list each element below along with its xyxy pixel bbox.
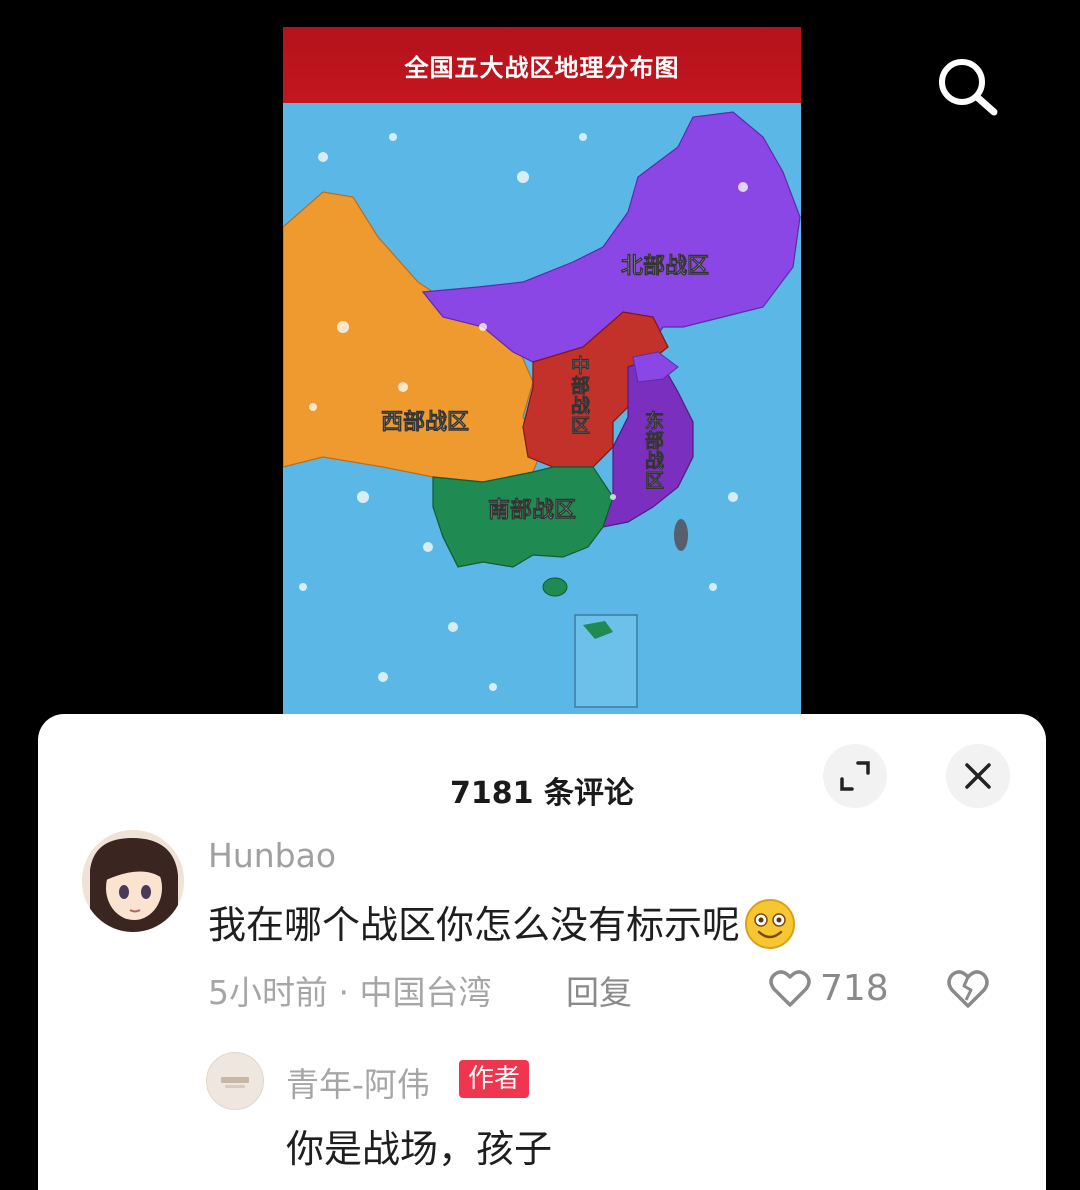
reply-avatar[interactable]: [206, 1052, 264, 1110]
map-title: 全国五大战区地理分布图: [404, 53, 680, 82]
close-icon: [965, 763, 991, 789]
comment-body: 我在哪个战区你怎么没有标示呢: [208, 903, 741, 947]
comments-panel: 7181 条评论 Hunbao 我在哪个战区你怎么没有标示呢 5小时前 · 中国…: [38, 714, 1046, 1190]
video-player[interactable]: 北部战区 西部战区 南部战区 中部战区 东部战区 全国五大战区地理分布图: [283, 27, 801, 727]
expand-button[interactable]: [823, 744, 887, 808]
anime-girl-avatar: [82, 830, 184, 932]
comment-location: 中国台湾: [359, 973, 492, 1012]
close-button[interactable]: [946, 744, 1010, 808]
dislike-button[interactable]: [946, 966, 990, 1014]
label-east: 东部战区: [645, 409, 664, 492]
search-button[interactable]: [930, 54, 1002, 118]
comments-count-title: 7181 条评论: [450, 776, 634, 811]
comment-time: 5小时前: [208, 973, 328, 1012]
label-west: 西部战区: [381, 409, 469, 435]
china-theater-map: 北部战区 西部战区 南部战区 中部战区 东部战区: [283, 27, 801, 727]
like-count: 718: [820, 967, 889, 1009]
smiling-face-emoji: [745, 898, 796, 949]
label-north: 北部战区: [621, 253, 709, 279]
like-button[interactable]: 718: [768, 964, 889, 1012]
comment-meta: 5小时前 · 中国台湾: [208, 966, 492, 1014]
author-logo-avatar: [221, 1077, 249, 1088]
comment-username[interactable]: Hunbao: [208, 836, 336, 875]
avatar[interactable]: [82, 830, 184, 932]
meta-separator: ·: [338, 973, 350, 1012]
broken-heart-icon: [947, 970, 989, 1008]
heart-icon: [769, 970, 811, 1007]
label-south: 南部战区: [488, 497, 576, 523]
reply-username[interactable]: 青年-阿伟: [286, 1058, 430, 1106]
comment-text: 我在哪个战区你怎么没有标示呢: [208, 894, 796, 954]
author-badge: 作者: [459, 1060, 530, 1098]
map-title-banner: 全国五大战区地理分布图: [283, 27, 801, 103]
expand-icon: [840, 761, 870, 791]
reply-button[interactable]: 回复: [566, 966, 632, 1014]
label-central: 中部战区: [571, 354, 590, 437]
search-icon: [939, 59, 998, 116]
reply-text: 你是战场，孩子: [286, 1127, 553, 1171]
